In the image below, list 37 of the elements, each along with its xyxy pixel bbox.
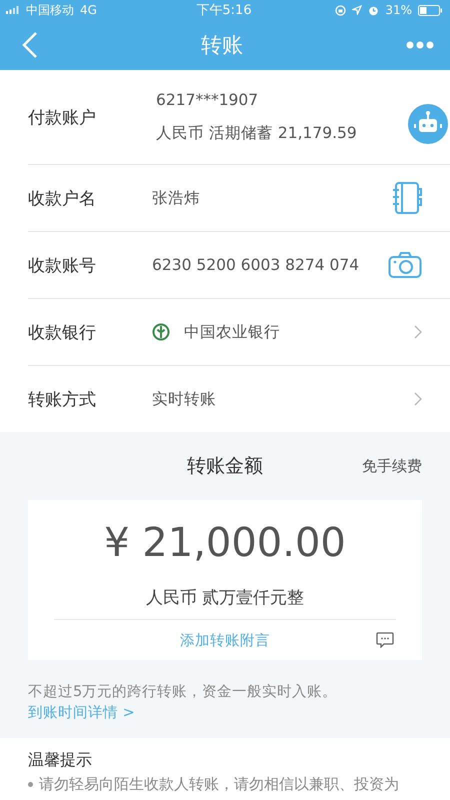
field-value[interactable]: 6230 5200 6003 8274 074	[152, 256, 360, 274]
section-title: 转账金额	[187, 454, 263, 479]
field-value[interactable]: 张浩炜	[152, 188, 200, 208]
amount-value[interactable]: ¥ 21,000.00	[104, 516, 346, 570]
more-icon[interactable]	[406, 41, 434, 49]
bank-logo-icon	[152, 323, 170, 341]
lock-rotation-icon	[335, 4, 346, 16]
bullet-icon	[28, 782, 33, 786]
bank-name[interactable]: 中国农业银行	[184, 322, 280, 342]
account-number[interactable]: 6217***1907	[156, 90, 357, 108]
status-time: 下午5:16	[196, 2, 252, 19]
fee-note: 免手续费	[362, 456, 422, 476]
camera-icon[interactable]	[388, 251, 422, 279]
battery-icon	[418, 4, 442, 16]
contact-book-icon[interactable]	[392, 181, 422, 215]
amount-in-words: 人民币 贰万壹仟元整	[54, 586, 396, 620]
battery-percent: 31%	[385, 3, 412, 17]
page-title: 转账	[201, 32, 243, 59]
signal-icon	[6, 6, 20, 14]
field-label: 收款银行	[28, 322, 97, 344]
network-type: 4G	[80, 3, 97, 17]
tips-title: 温馨提示	[28, 750, 93, 771]
back-icon[interactable]	[22, 31, 38, 59]
carrier-name: 中国移动	[26, 2, 74, 18]
message-icon[interactable]	[376, 632, 394, 648]
field-label: 转账方式	[28, 388, 97, 410]
chevron-right-icon[interactable]	[414, 392, 422, 406]
alarm-icon	[368, 4, 380, 16]
field-label: 收款户名	[28, 188, 97, 210]
transfer-note: 不超过5万元的跨行转账，资金一般实时入账。 到账时间详情 >	[28, 682, 338, 723]
field-label: 收款账号	[28, 254, 97, 276]
tip-text: 请勿轻易向陌生收款人转账，请勿相信以兼职、投资为	[39, 775, 399, 793]
chevron-right-icon[interactable]	[414, 325, 422, 339]
field-label: 付款账户	[28, 106, 97, 128]
location-icon	[352, 5, 362, 15]
field-value[interactable]: 实时转账	[152, 388, 216, 410]
account-balance: 人民币 活期储蓄 21,179.59	[156, 122, 357, 144]
